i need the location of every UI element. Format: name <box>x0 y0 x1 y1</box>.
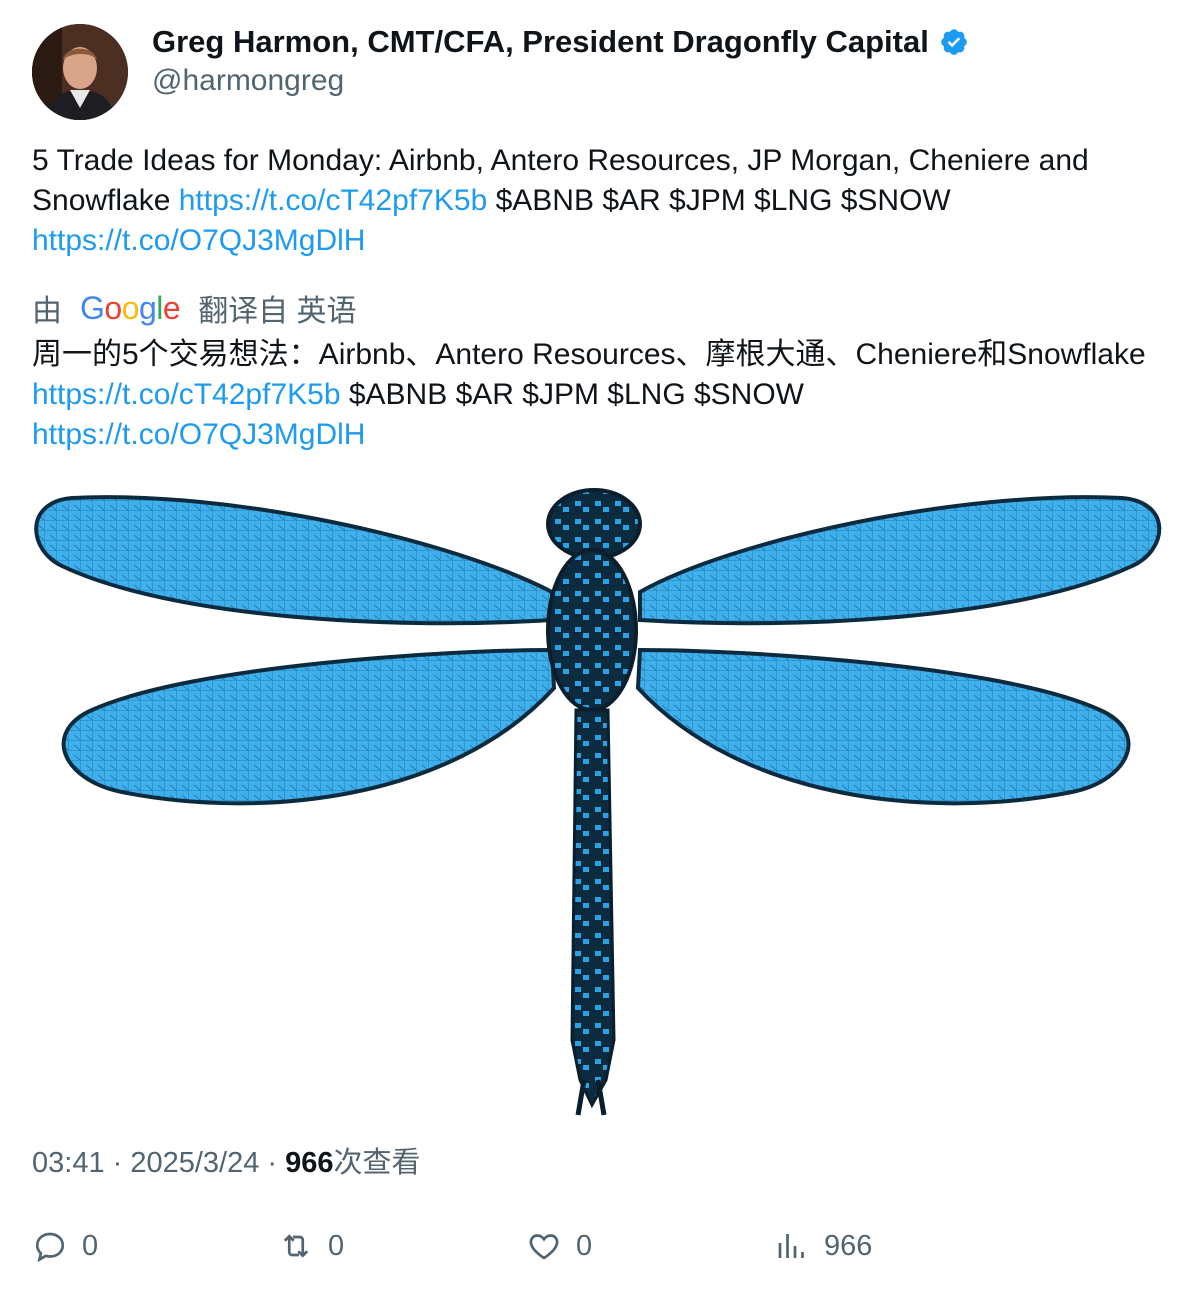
action-bar: 0 0 0 966 <box>32 1228 1164 1278</box>
reply-icon <box>35 1232 65 1263</box>
google-logo: Google <box>80 289 181 326</box>
retweet-count: 0 <box>328 1229 345 1262</box>
meta-separator: · <box>104 1147 131 1179</box>
meta-separator: · <box>259 1147 286 1179</box>
translated-link-1[interactable]: https://t.co/cT42pf7K5b <box>32 378 341 411</box>
views-action-count: 966 <box>824 1229 873 1262</box>
author-display-name[interactable]: Greg Harmon, CMT/CFA, President Dragonfl… <box>152 22 929 62</box>
tweet-date[interactable]: 2025/3/24 <box>130 1147 259 1179</box>
avatar[interactable] <box>32 24 128 120</box>
like-count: 0 <box>576 1229 593 1262</box>
translated-text: 周一的5个交易想法：Airbnb、Antero Resources、摩根大通、C… <box>32 335 1172 455</box>
views-label: 次查看 <box>333 1147 421 1179</box>
translated-text-part2: $ABNB $AR $JPM $LNG $SNOW <box>340 378 804 411</box>
views-button[interactable]: 966 <box>774 1228 872 1264</box>
reply-count: 0 <box>82 1229 99 1262</box>
verified-badge-icon <box>941 29 967 55</box>
avatar-photo <box>32 24 128 120</box>
like-button[interactable]: 0 <box>526 1228 592 1264</box>
reply-button[interactable]: 0 <box>32 1228 98 1264</box>
translation-suffix: 翻译自 英语 <box>198 295 357 328</box>
tweet-text-part2: $ABNB $AR $JPM $LNG $SNOW <box>487 184 951 217</box>
tweet-link-1[interactable]: https://t.co/cT42pf7K5b <box>179 184 488 217</box>
analytics-icon <box>778 1234 804 1258</box>
views-count: 966 <box>285 1147 334 1179</box>
translation-attribution[interactable]: 由 Google 翻译自 英语 <box>32 286 357 330</box>
tweet-time[interactable]: 03:41 <box>32 1147 105 1179</box>
translated-text-part1: 周一的5个交易想法：Airbnb、Antero Resources、摩根大通、C… <box>32 338 1146 371</box>
tweet: Greg Harmon, CMT/CFA, President Dragonfl… <box>0 0 1196 1298</box>
heart-icon <box>529 1234 559 1260</box>
dragonfly-illustration <box>34 488 1162 1116</box>
retweet-button[interactable]: 0 <box>278 1228 344 1264</box>
translation-prefix: 由 <box>32 295 62 328</box>
tweet-meta: 03:41 · 2025/3/24 · 966次查看 <box>32 1143 421 1183</box>
tweet-media-image[interactable] <box>32 480 1164 1120</box>
translated-link-2[interactable]: https://t.co/O7QJ3MgDlH <box>32 418 365 451</box>
tweet-link-2[interactable]: https://t.co/O7QJ3MgDlH <box>32 224 365 257</box>
author-name-row[interactable]: Greg Harmon, CMT/CFA, President Dragonfl… <box>152 22 969 62</box>
tweet-text: 5 Trade Ideas for Monday: Airbnb, Antero… <box>32 141 1172 261</box>
retweet-icon <box>283 1234 309 1258</box>
author-handle[interactable]: @harmongreg <box>152 62 344 100</box>
